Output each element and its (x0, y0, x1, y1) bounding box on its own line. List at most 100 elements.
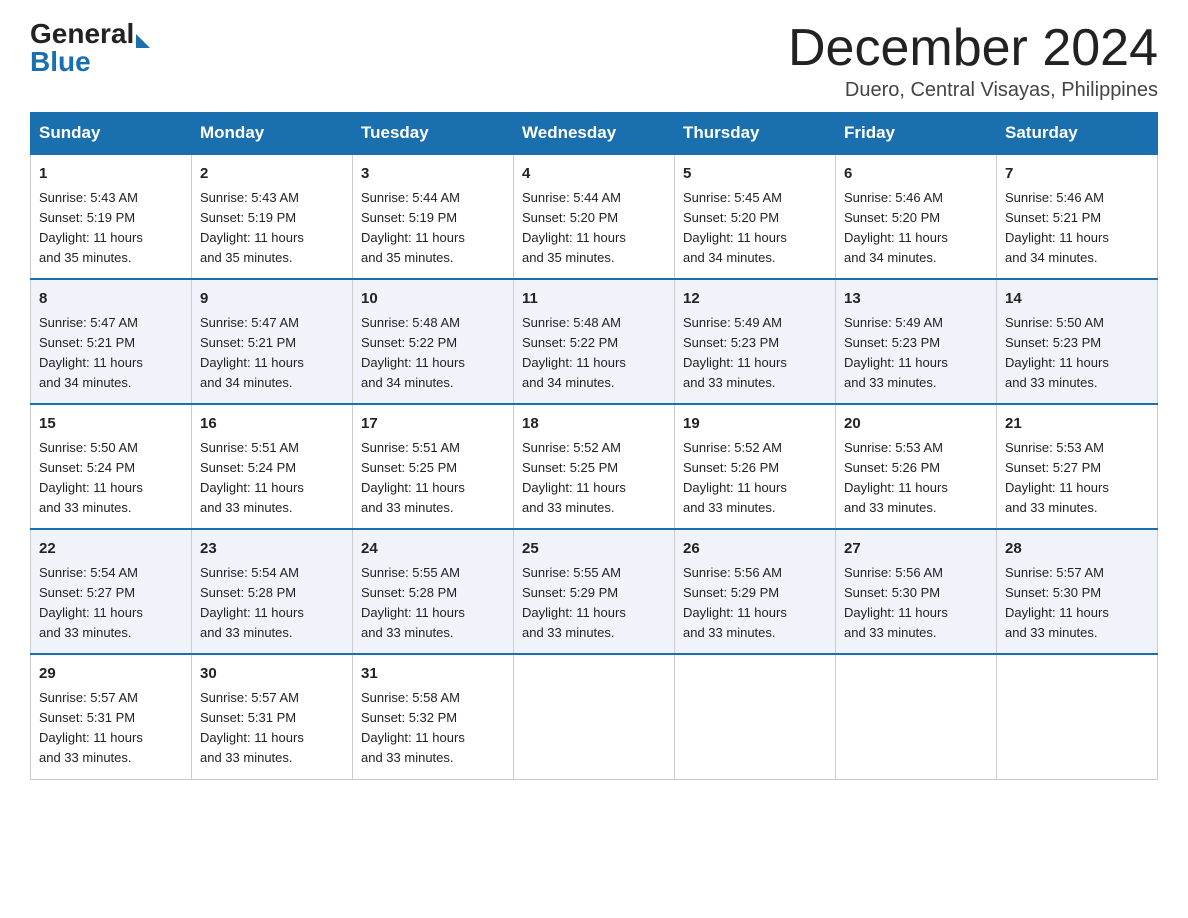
day-number: 19 (683, 413, 827, 436)
day-number: 10 (361, 288, 505, 311)
day-header-wednesday: Wednesday (514, 113, 675, 155)
day-number: 25 (522, 538, 666, 561)
day-info: Sunrise: 5:55 AMSunset: 5:28 PMDaylight:… (361, 563, 505, 644)
day-info: Sunrise: 5:47 AMSunset: 5:21 PMDaylight:… (200, 313, 344, 394)
day-info: Sunrise: 5:52 AMSunset: 5:25 PMDaylight:… (522, 438, 666, 519)
calendar-week-row: 1Sunrise: 5:43 AMSunset: 5:19 PMDaylight… (31, 154, 1158, 279)
day-info: Sunrise: 5:53 AMSunset: 5:26 PMDaylight:… (844, 438, 988, 519)
calendar-cell: 7Sunrise: 5:46 AMSunset: 5:21 PMDaylight… (997, 154, 1158, 279)
title-block: December 2024 Duero, Central Visayas, Ph… (788, 20, 1158, 102)
calendar-cell: 13Sunrise: 5:49 AMSunset: 5:23 PMDayligh… (836, 279, 997, 404)
calendar-cell: 14Sunrise: 5:50 AMSunset: 5:23 PMDayligh… (997, 279, 1158, 404)
day-info: Sunrise: 5:49 AMSunset: 5:23 PMDaylight:… (683, 313, 827, 394)
month-title: December 2024 (788, 20, 1158, 77)
day-number: 12 (683, 288, 827, 311)
calendar-cell: 16Sunrise: 5:51 AMSunset: 5:24 PMDayligh… (192, 404, 353, 529)
day-info: Sunrise: 5:57 AMSunset: 5:30 PMDaylight:… (1005, 563, 1149, 644)
day-number: 31 (361, 663, 505, 686)
calendar-table: SundayMondayTuesdayWednesdayThursdayFrid… (30, 112, 1158, 779)
logo-arrow-icon (136, 34, 150, 48)
location: Duero, Central Visayas, Philippines (788, 79, 1158, 102)
calendar-cell: 5Sunrise: 5:45 AMSunset: 5:20 PMDaylight… (675, 154, 836, 279)
calendar-cell: 1Sunrise: 5:43 AMSunset: 5:19 PMDaylight… (31, 154, 192, 279)
calendar-cell: 23Sunrise: 5:54 AMSunset: 5:28 PMDayligh… (192, 529, 353, 654)
day-info: Sunrise: 5:45 AMSunset: 5:20 PMDaylight:… (683, 188, 827, 269)
day-info: Sunrise: 5:48 AMSunset: 5:22 PMDaylight:… (522, 313, 666, 394)
calendar-cell: 28Sunrise: 5:57 AMSunset: 5:30 PMDayligh… (997, 529, 1158, 654)
calendar-cell: 12Sunrise: 5:49 AMSunset: 5:23 PMDayligh… (675, 279, 836, 404)
calendar-cell: 8Sunrise: 5:47 AMSunset: 5:21 PMDaylight… (31, 279, 192, 404)
day-number: 2 (200, 163, 344, 186)
day-info: Sunrise: 5:47 AMSunset: 5:21 PMDaylight:… (39, 313, 183, 394)
day-number: 16 (200, 413, 344, 436)
calendar-header-row: SundayMondayTuesdayWednesdayThursdayFrid… (31, 113, 1158, 155)
calendar-cell: 26Sunrise: 5:56 AMSunset: 5:29 PMDayligh… (675, 529, 836, 654)
calendar-cell: 2Sunrise: 5:43 AMSunset: 5:19 PMDaylight… (192, 154, 353, 279)
logo-general-text: General (30, 20, 134, 48)
day-info: Sunrise: 5:43 AMSunset: 5:19 PMDaylight:… (200, 188, 344, 269)
calendar-week-row: 8Sunrise: 5:47 AMSunset: 5:21 PMDaylight… (31, 279, 1158, 404)
day-number: 9 (200, 288, 344, 311)
day-number: 30 (200, 663, 344, 686)
day-number: 18 (522, 413, 666, 436)
calendar-cell: 21Sunrise: 5:53 AMSunset: 5:27 PMDayligh… (997, 404, 1158, 529)
day-number: 24 (361, 538, 505, 561)
calendar-cell: 9Sunrise: 5:47 AMSunset: 5:21 PMDaylight… (192, 279, 353, 404)
day-info: Sunrise: 5:49 AMSunset: 5:23 PMDaylight:… (844, 313, 988, 394)
calendar-cell: 3Sunrise: 5:44 AMSunset: 5:19 PMDaylight… (353, 154, 514, 279)
day-info: Sunrise: 5:48 AMSunset: 5:22 PMDaylight:… (361, 313, 505, 394)
day-number: 14 (1005, 288, 1149, 311)
calendar-week-row: 29Sunrise: 5:57 AMSunset: 5:31 PMDayligh… (31, 654, 1158, 779)
day-info: Sunrise: 5:57 AMSunset: 5:31 PMDaylight:… (200, 688, 344, 769)
day-info: Sunrise: 5:58 AMSunset: 5:32 PMDaylight:… (361, 688, 505, 769)
calendar-cell: 11Sunrise: 5:48 AMSunset: 5:22 PMDayligh… (514, 279, 675, 404)
day-info: Sunrise: 5:46 AMSunset: 5:20 PMDaylight:… (844, 188, 988, 269)
day-number: 27 (844, 538, 988, 561)
day-info: Sunrise: 5:53 AMSunset: 5:27 PMDaylight:… (1005, 438, 1149, 519)
day-info: Sunrise: 5:54 AMSunset: 5:27 PMDaylight:… (39, 563, 183, 644)
day-info: Sunrise: 5:56 AMSunset: 5:30 PMDaylight:… (844, 563, 988, 644)
logo: General Blue (30, 20, 150, 76)
day-info: Sunrise: 5:44 AMSunset: 5:20 PMDaylight:… (522, 188, 666, 269)
calendar-cell: 17Sunrise: 5:51 AMSunset: 5:25 PMDayligh… (353, 404, 514, 529)
calendar-cell: 29Sunrise: 5:57 AMSunset: 5:31 PMDayligh… (31, 654, 192, 779)
day-info: Sunrise: 5:55 AMSunset: 5:29 PMDaylight:… (522, 563, 666, 644)
day-number: 3 (361, 163, 505, 186)
calendar-cell: 15Sunrise: 5:50 AMSunset: 5:24 PMDayligh… (31, 404, 192, 529)
calendar-cell: 10Sunrise: 5:48 AMSunset: 5:22 PMDayligh… (353, 279, 514, 404)
calendar-week-row: 22Sunrise: 5:54 AMSunset: 5:27 PMDayligh… (31, 529, 1158, 654)
calendar-cell: 20Sunrise: 5:53 AMSunset: 5:26 PMDayligh… (836, 404, 997, 529)
day-number: 6 (844, 163, 988, 186)
calendar-cell: 18Sunrise: 5:52 AMSunset: 5:25 PMDayligh… (514, 404, 675, 529)
calendar-cell: 24Sunrise: 5:55 AMSunset: 5:28 PMDayligh… (353, 529, 514, 654)
day-header-tuesday: Tuesday (353, 113, 514, 155)
day-number: 23 (200, 538, 344, 561)
day-number: 29 (39, 663, 183, 686)
day-number: 5 (683, 163, 827, 186)
calendar-cell: 19Sunrise: 5:52 AMSunset: 5:26 PMDayligh… (675, 404, 836, 529)
day-number: 21 (1005, 413, 1149, 436)
day-info: Sunrise: 5:46 AMSunset: 5:21 PMDaylight:… (1005, 188, 1149, 269)
calendar-cell (675, 654, 836, 779)
calendar-cell: 25Sunrise: 5:55 AMSunset: 5:29 PMDayligh… (514, 529, 675, 654)
day-number: 28 (1005, 538, 1149, 561)
calendar-cell: 27Sunrise: 5:56 AMSunset: 5:30 PMDayligh… (836, 529, 997, 654)
day-number: 15 (39, 413, 183, 436)
day-number: 17 (361, 413, 505, 436)
day-info: Sunrise: 5:52 AMSunset: 5:26 PMDaylight:… (683, 438, 827, 519)
calendar-cell (514, 654, 675, 779)
day-info: Sunrise: 5:51 AMSunset: 5:24 PMDaylight:… (200, 438, 344, 519)
day-info: Sunrise: 5:54 AMSunset: 5:28 PMDaylight:… (200, 563, 344, 644)
day-number: 1 (39, 163, 183, 186)
calendar-cell: 4Sunrise: 5:44 AMSunset: 5:20 PMDaylight… (514, 154, 675, 279)
day-number: 13 (844, 288, 988, 311)
day-header-monday: Monday (192, 113, 353, 155)
day-number: 22 (39, 538, 183, 561)
day-header-friday: Friday (836, 113, 997, 155)
calendar-cell: 6Sunrise: 5:46 AMSunset: 5:20 PMDaylight… (836, 154, 997, 279)
day-info: Sunrise: 5:43 AMSunset: 5:19 PMDaylight:… (39, 188, 183, 269)
day-number: 8 (39, 288, 183, 311)
logo-blue-text: Blue (30, 48, 91, 76)
day-info: Sunrise: 5:57 AMSunset: 5:31 PMDaylight:… (39, 688, 183, 769)
day-header-sunday: Sunday (31, 113, 192, 155)
